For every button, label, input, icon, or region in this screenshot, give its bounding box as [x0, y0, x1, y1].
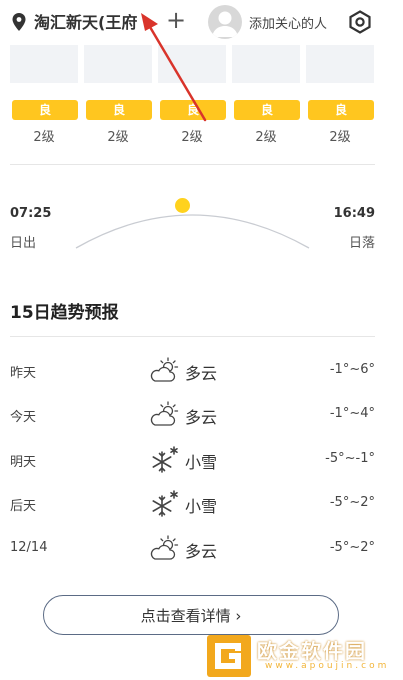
view-details-button[interactable]: 点击查看详情 › — [43, 595, 339, 635]
settings-hexagon-icon[interactable] — [348, 10, 372, 34]
add-care-person-link[interactable]: 添加关心的人 — [249, 13, 327, 32]
forecast-day: 明天 — [10, 455, 37, 470]
aqi-badge: 良 — [12, 100, 78, 120]
forecast-day: 12/14 — [10, 540, 48, 555]
hourly-column: 良 2级 — [158, 45, 226, 145]
snow-icon — [152, 446, 178, 473]
sunrise-time: 07:25 — [10, 206, 52, 221]
avatar[interactable] — [208, 5, 242, 39]
forecast-temp: -1°~4° — [329, 406, 375, 421]
forecast-condition: 小雪 — [185, 453, 218, 472]
sunset-label: 日落 — [348, 236, 375, 251]
partly-cloudy-icon — [150, 357, 179, 382]
partly-cloudy-icon — [150, 401, 179, 426]
wind-level: 2级 — [33, 130, 55, 145]
forecast-row[interactable]: 后天 小雪 -5°~2° — [10, 485, 375, 525]
hourly-placeholder — [158, 45, 226, 83]
forecast-row[interactable]: 今天 多云 -1°~4° — [10, 396, 375, 436]
watermark-text: 欧金软件园 — [257, 639, 367, 663]
hourly-placeholder — [84, 45, 152, 83]
sunrise-label: 日出 — [10, 236, 37, 251]
top-bar: 淘汇新天(王府 + 添加关心的人 — [0, 0, 403, 44]
location-pin-icon — [12, 13, 26, 31]
forecast-condition: 小雪 — [185, 497, 218, 516]
wind-level: 2级 — [255, 130, 277, 145]
sun-path-arc — [75, 214, 310, 249]
partly-cloudy-icon — [150, 535, 179, 560]
forecast-temp: -1°~6° — [329, 362, 375, 377]
location-title[interactable]: 淘汇新天(王府 — [34, 9, 137, 33]
forecast-day: 今天 — [10, 410, 37, 425]
forecast-temp: -5°~2° — [329, 495, 375, 510]
forecast-condition: 多云 — [185, 408, 218, 427]
aqi-badge: 良 — [86, 100, 152, 120]
hourly-placeholder — [306, 45, 374, 83]
hourly-placeholder — [232, 45, 300, 83]
user-avatar-icon — [212, 11, 238, 37]
sunset-time: 16:49 — [333, 206, 375, 221]
wind-level: 2级 — [329, 130, 351, 145]
snow-icon — [152, 490, 178, 517]
watermark-logo-icon — [207, 635, 251, 677]
hourly-column: 良 2级 — [306, 45, 374, 145]
hourly-column: 良 2级 — [84, 45, 152, 145]
forecast-temp: -5°~2° — [329, 540, 375, 555]
divider — [10, 336, 375, 337]
forecast-condition: 多云 — [185, 364, 218, 383]
hourly-column: 良 2级 — [10, 45, 78, 145]
divider — [10, 164, 375, 165]
hourly-strip: 良 2级 良 2级 良 2级 良 2级 良 2级 — [10, 45, 375, 145]
forecast-row[interactable]: 昨天 多云 -1°~6° — [10, 352, 375, 392]
hourly-placeholder — [10, 45, 78, 83]
forecast-temp: -5°~-1° — [325, 451, 375, 466]
wind-level: 2级 — [107, 130, 129, 145]
forecast-row[interactable]: 明天 小雪 -5°~-1° — [10, 441, 375, 481]
watermark: 欧金软件园 www.apoujin.com — [205, 633, 403, 680]
watermark-url: www.apoujin.com — [265, 661, 390, 671]
forecast-row[interactable]: 12/14 多云 -5°~2° — [10, 530, 375, 570]
sun-position-icon — [175, 198, 190, 213]
aqi-badge: 良 — [308, 100, 374, 120]
aqi-badge: 良 — [160, 100, 226, 120]
hourly-column: 良 2级 — [232, 45, 300, 145]
wind-level: 2级 — [181, 130, 203, 145]
forecast-condition: 多云 — [185, 542, 218, 561]
forecast-title: 15日趋势预报 — [10, 303, 119, 323]
add-city-button[interactable]: + — [163, 6, 189, 34]
forecast-day: 后天 — [10, 499, 37, 514]
forecast-day: 昨天 — [10, 366, 37, 381]
aqi-badge: 良 — [234, 100, 300, 120]
